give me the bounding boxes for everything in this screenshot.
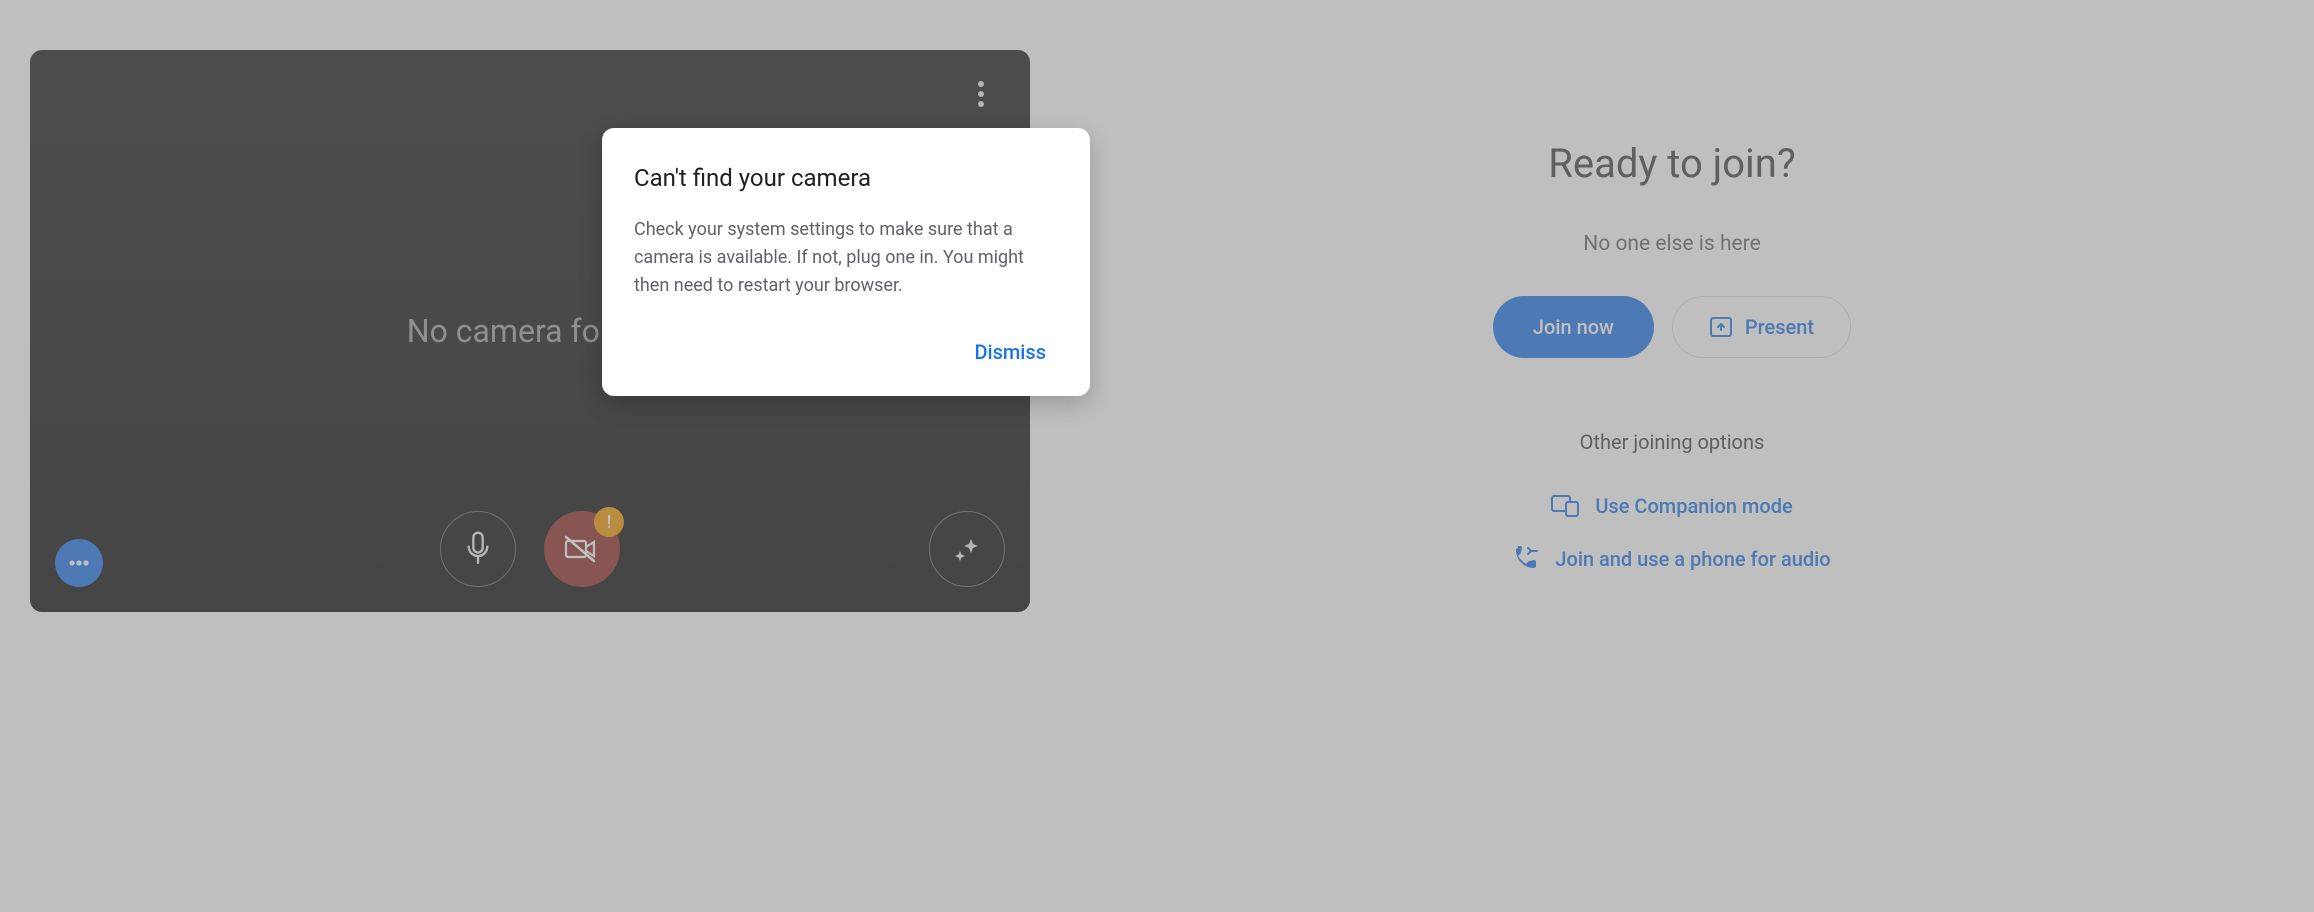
camera-error-dialog: Can't find your camera Check your system… bbox=[602, 128, 1090, 396]
modal-overlay[interactable] bbox=[0, 0, 2314, 912]
dismiss-button[interactable]: Dismiss bbox=[962, 332, 1058, 372]
dialog-body: Check your system settings to make sure … bbox=[634, 216, 1058, 300]
dialog-title: Can't find your camera bbox=[634, 164, 1058, 192]
dialog-actions: Dismiss bbox=[634, 332, 1058, 372]
